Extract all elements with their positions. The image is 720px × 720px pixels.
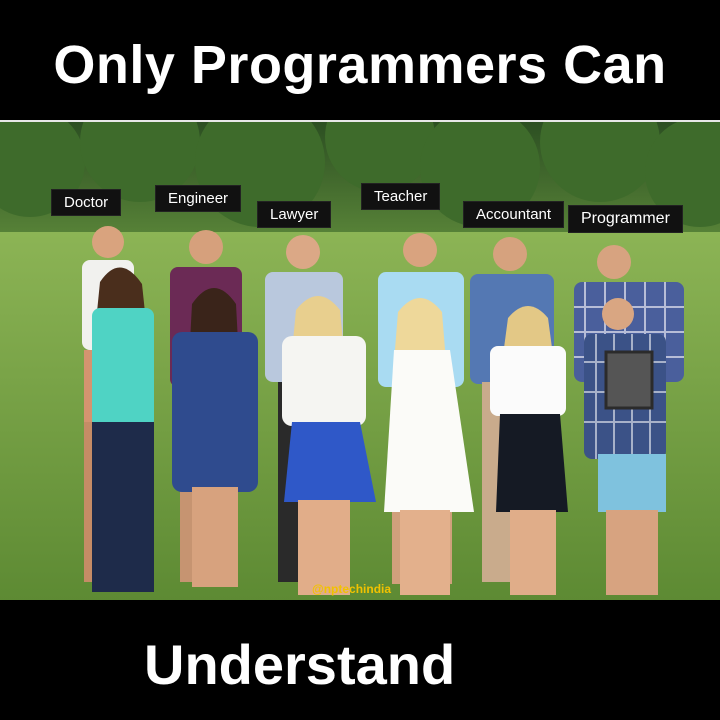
photo-frame bbox=[604, 350, 654, 410]
person-woman-1 bbox=[92, 267, 154, 592]
label-lawyer: Lawyer bbox=[258, 202, 331, 227]
label-accountant: Accountant bbox=[464, 202, 564, 227]
top-banner: Only Programmers Can bbox=[0, 0, 720, 120]
label-doctor: Doctor bbox=[52, 190, 121, 215]
meme-title: Only Programmers Can bbox=[53, 35, 667, 95]
label-engineer: Engineer bbox=[156, 186, 241, 211]
label-teacher: Teacher bbox=[362, 184, 440, 209]
label-programmer: Programmer bbox=[569, 206, 682, 232]
meme-caption: Understand bbox=[144, 633, 456, 696]
watermark: @nptechindia bbox=[312, 582, 392, 596]
bottom-banner: Understand bbox=[0, 600, 720, 720]
group-photo: Doctor Engineer Lawyer Teacher Accountan… bbox=[0, 120, 720, 600]
